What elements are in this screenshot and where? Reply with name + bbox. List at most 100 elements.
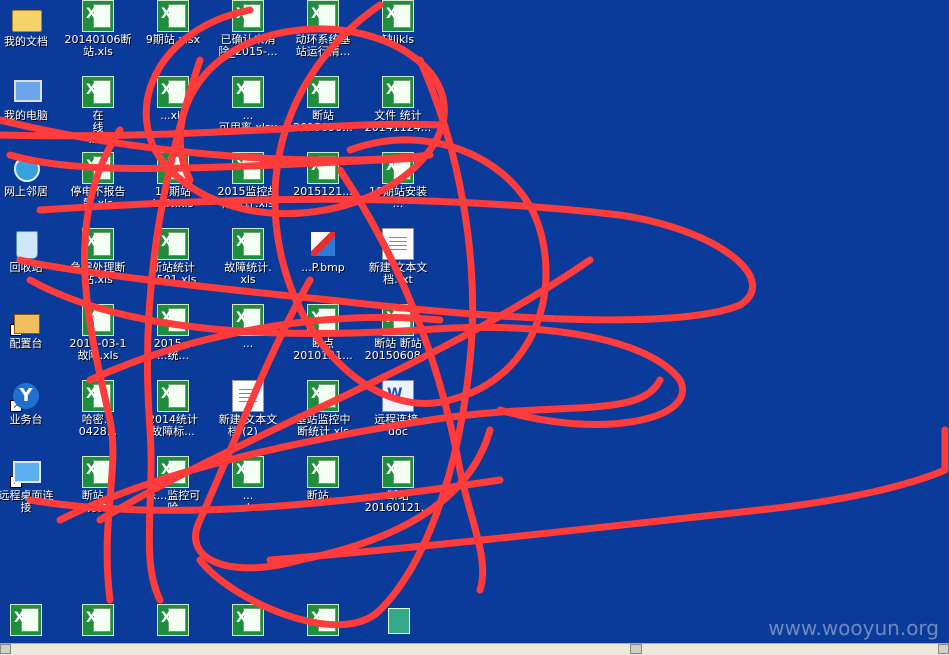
icon-label: 远程桌面连 接 (0, 489, 54, 514)
scroll-thumb[interactable] (630, 644, 642, 654)
icon-label: 断站... ...方式... (76, 489, 120, 514)
txt-icon (382, 228, 414, 260)
desktop-icon-file-row2-1[interactable]: 在 线 .xls (62, 76, 134, 146)
desktop-icon-file-2014-stat[interactable]: 2014统计 故障标... (137, 380, 209, 438)
desktop-icon-file-power[interactable]: 停电不报告 警.xls (62, 152, 134, 210)
desktop-icon-file-row7-1[interactable]: 断站... ...方式... (62, 456, 134, 514)
icon-label: 断站 断站 20150608... (364, 337, 432, 362)
desktop-icon-file-bottom-3[interactable] (137, 604, 209, 638)
desktop-icon-file-row5-3[interactable]: ... (212, 304, 284, 350)
scroll-right-button[interactable] (938, 644, 949, 654)
desktop-icon-file-urgent[interactable]: 急需处理断 站.xls (62, 228, 134, 286)
icon-label: 新建 文本文 档 (2)... (218, 413, 278, 438)
icon-label: ... (242, 337, 254, 350)
xls-icon (232, 0, 264, 32)
xls-icon (82, 456, 114, 488)
yapp-icon: ↗ (10, 380, 42, 412)
xls-icon (307, 152, 339, 184)
desktop-icon-file-20140106[interactable]: 20140106断 站.xls (62, 0, 134, 58)
horizontal-scrollbar[interactable] (0, 643, 949, 655)
shortcut-arrow-icon: ↗ (10, 324, 22, 336)
desktop-icon-file-bottom-5[interactable] (287, 604, 359, 638)
desktop-icon-file-row2-4[interactable]: 断站 2015090... (287, 76, 359, 134)
xls-icon (82, 76, 114, 108)
desktop-icon-file-row5-5[interactable]: 断站 断站 20150608... (362, 304, 434, 362)
xls-icon (232, 604, 264, 636)
desktop-icon-file-confirmed[interactable]: 已确认未消 除_2015-... (212, 0, 284, 58)
icon-label: 停电不报告 警.xls (70, 185, 126, 210)
desktop-icon-file-quehuo[interactable]: 缺likls (362, 0, 434, 46)
desktop-icon-file-row2-5[interactable]: 文件 统计 20141124... (362, 76, 434, 134)
xls-icon (82, 380, 114, 412)
desktop-icon-file-new-text-2[interactable]: 新建 文本文 档 (2)... (212, 380, 284, 438)
desktop-icon-file-remote-conn[interactable]: 远程连接. doc (362, 380, 434, 438)
home-icon: ↗ (10, 304, 42, 336)
desktop-icon-config-console[interactable]: ↗ 配置台 (0, 304, 62, 350)
desktop-icon-file-10qi[interactable]: 10期站 LAN.xls (137, 152, 209, 210)
desktop-icon-business-console[interactable]: ↗业务台 (0, 380, 62, 426)
desktop-icon-file-bottom-4[interactable] (212, 604, 284, 638)
xls-icon (232, 76, 264, 108)
icon-label: 我的文档 (4, 35, 48, 48)
xls-icon (307, 304, 339, 336)
icon-label: ... xls (240, 489, 256, 514)
desktop-icon-file-9qi[interactable]: 9期站.xlsx (137, 0, 209, 46)
xls-icon (382, 76, 414, 108)
xls-icon (307, 0, 339, 32)
desktop-icon-my-computer[interactable]: 我的电脑 (0, 76, 62, 122)
desktop-icon-file-env-system[interactable]: 动环系统基 站运行情... (287, 0, 359, 58)
xls-icon (82, 604, 114, 636)
desktop-icon-my-documents[interactable]: 我的文档 (0, 2, 62, 48)
xls-icon (307, 76, 339, 108)
xls-icon (382, 456, 414, 488)
desktop-icon-file-row7-2[interactable]: 东...监控可 ...哈... (137, 456, 209, 514)
desktop-icon-remote-desktop[interactable]: ↗ 远程桌面连 接 (0, 456, 62, 514)
xls-icon (157, 604, 189, 636)
icon-label: 在 线 .xls (88, 109, 108, 146)
shortcut-arrow-icon: ↗ (10, 476, 22, 488)
icon-label: 文件 统计 20141124... (364, 109, 432, 134)
desktop-icon-file-bmp[interactable]: ...P.bmp (287, 228, 359, 274)
icon-label: 新建 文本文 档.txt (368, 261, 428, 286)
desktop-icon-file-2014-03[interactable]: 2014-03-1 故障.xls (62, 304, 134, 362)
desktop-icon-file-row5-4[interactable]: 断点 2010121... (287, 304, 359, 362)
scroll-left-button[interactable] (0, 644, 11, 654)
desktop-icon-file-fault-stat[interactable]: 故障统计. xls (212, 228, 284, 286)
pc-icon (10, 76, 42, 108)
watermark-text: www.wooyun.org (768, 616, 939, 640)
desktop-icon-file-2015-monitor[interactable]: 2015监控故 障统计.xls (212, 152, 284, 210)
desktop-icon-file-row7-5[interactable]: 断站 20160121... (362, 456, 434, 514)
icon-label: 故障统计. xls (224, 261, 272, 286)
doc-icon (382, 380, 414, 412)
shortcut-arrow-icon: ↗ (10, 400, 22, 412)
desktop-icon-file-row7-3[interactable]: ... xls (212, 456, 284, 514)
desktop-icon-recycle-bin[interactable]: 回收站 (0, 228, 62, 274)
desktop-icon-file-row2-2[interactable]: ...xls (137, 76, 209, 122)
desktop-icon-file-station-monitor[interactable]: 基站监控中 断统计.xls (287, 380, 359, 438)
desktop-icon-file-hami[interactable]: 哈密... 0428... (62, 380, 134, 438)
desktop-icon-file-bottom-1[interactable] (0, 604, 62, 638)
icon-label: 我的电脑 (4, 109, 48, 122)
desktop-icon-file-bottom-2[interactable] (62, 604, 134, 638)
desktop-icon-file-row2-3[interactable]: ... 可用率.xlsx (212, 76, 284, 134)
xls-icon (382, 152, 414, 184)
icon-label: 断站 2015090... (293, 109, 353, 134)
desktop-icon-file-2015-stat[interactable]: 2015... ...统... (137, 304, 209, 362)
desktop-icon-network-places[interactable]: 网上邻居 (0, 152, 62, 198)
xls-icon (307, 456, 339, 488)
xls-icon (157, 152, 189, 184)
icon-label: 20140106断 站.xls (64, 33, 132, 58)
desktop-icon-file-new-text[interactable]: 新建 文本文 档.txt (362, 228, 434, 286)
icon-label: 动环系统基 站运行情... (295, 33, 351, 58)
xls-icon (382, 0, 414, 32)
desktop-icon-file-10qi-install[interactable]: 10期站安装 ... (362, 152, 434, 210)
desktop-icon-file-bottom-6[interactable] (362, 604, 434, 638)
desktop-icon-file-station-stat[interactable]: 断站统计 1501.xls (137, 228, 209, 286)
xls-icon (82, 0, 114, 32)
desktop-icon-file-row3-4[interactable]: 2015121... (287, 152, 359, 198)
desktop-icon-file-row7-4[interactable]: 断站... (287, 456, 359, 502)
xls-icon (157, 228, 189, 260)
icon-label: 网上邻居 (4, 185, 48, 198)
icon-label: 断站... (306, 489, 340, 502)
folder-icon (10, 2, 42, 34)
